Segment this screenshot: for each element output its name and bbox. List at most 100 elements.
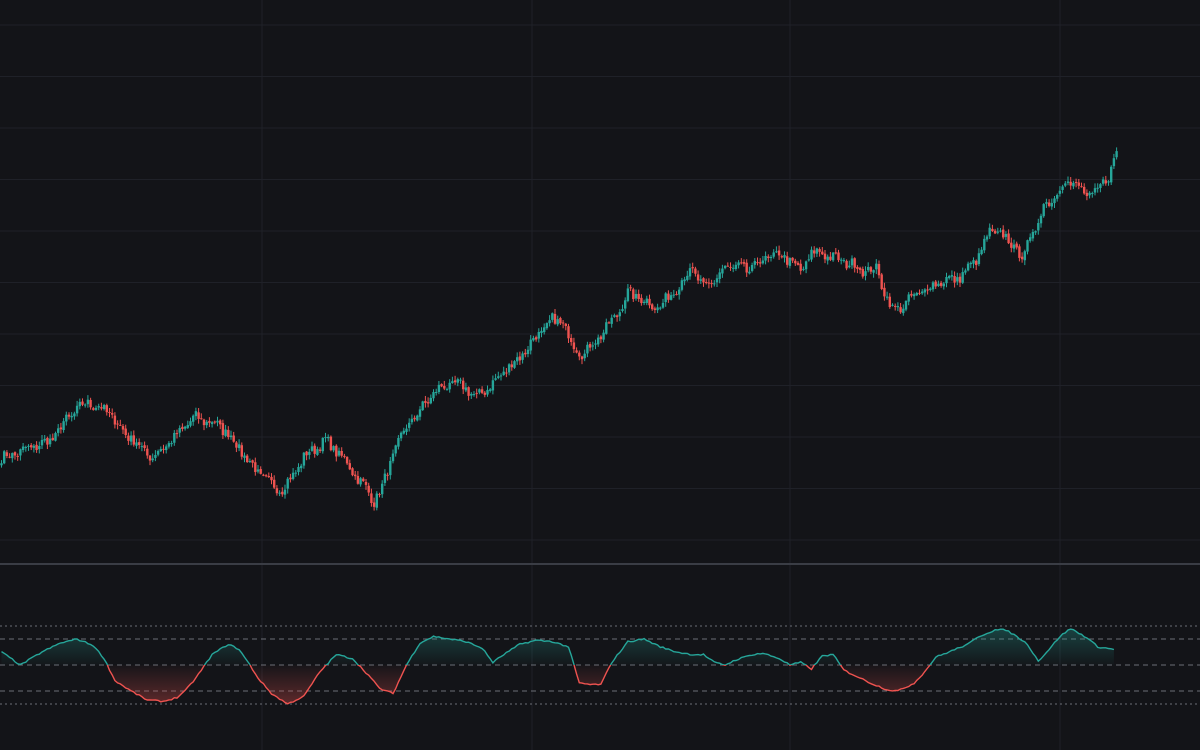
candle-down — [861, 269, 864, 277]
candle-down — [219, 420, 222, 425]
candle-down — [121, 426, 125, 430]
candle-up — [405, 428, 408, 432]
candle-down — [653, 308, 657, 310]
candle-up — [613, 315, 616, 317]
candle-down — [651, 304, 654, 310]
candle-down — [821, 251, 824, 255]
candle-down — [200, 418, 203, 420]
candle-down — [786, 256, 789, 265]
candle-up — [302, 452, 306, 466]
candle-up — [602, 332, 605, 340]
candle-up — [983, 238, 986, 251]
candle-up — [977, 253, 981, 265]
candle-up — [1107, 181, 1110, 183]
candle-up — [543, 327, 546, 333]
candle-down — [100, 407, 103, 409]
candle-down — [119, 424, 122, 426]
candle-up — [672, 294, 675, 296]
candle-down — [777, 250, 781, 256]
candle-down — [372, 502, 376, 507]
candle-up — [327, 436, 330, 439]
candle-up — [408, 422, 411, 428]
candle-up — [294, 472, 297, 474]
candle-up — [283, 489, 287, 495]
candle-up — [300, 465, 303, 469]
candle-up — [229, 435, 233, 438]
candle-up — [764, 255, 767, 261]
candle-up — [459, 379, 462, 381]
candle-up — [418, 409, 422, 417]
candle-up — [594, 343, 597, 345]
candle-down — [202, 419, 206, 426]
candle-up — [308, 451, 311, 455]
candle-down — [588, 343, 592, 348]
candle-up — [734, 264, 738, 269]
candle-up — [864, 271, 867, 276]
candle-up — [516, 357, 519, 362]
candle-up — [772, 252, 775, 257]
candle-up — [761, 260, 765, 264]
candle-up — [624, 300, 627, 309]
candle-down — [567, 326, 570, 339]
candle-up — [256, 469, 260, 472]
candle-down — [221, 423, 225, 436]
candle-up — [737, 262, 740, 266]
candle-down — [599, 336, 603, 340]
candle-down — [939, 282, 943, 286]
candle-up — [810, 249, 813, 260]
candle-down — [475, 392, 478, 394]
candle-down — [575, 350, 578, 353]
chart-root — [0, 0, 1200, 750]
candle-down — [637, 293, 640, 300]
candle-up — [216, 420, 219, 423]
candle-up — [1058, 190, 1062, 194]
candle-up — [43, 438, 46, 441]
candle-down — [8, 456, 11, 458]
candle-down — [780, 256, 783, 258]
candle-down — [1074, 182, 1078, 184]
candle-up — [513, 361, 516, 368]
candle-down — [1077, 182, 1080, 186]
candle-down — [108, 412, 111, 414]
candle-up — [102, 405, 106, 409]
candle-up — [969, 262, 972, 265]
candle-down — [572, 342, 576, 350]
candle-up — [0, 463, 3, 466]
candle-up — [921, 291, 924, 294]
candle-up — [402, 430, 405, 434]
candle-down — [1069, 181, 1072, 186]
candle-up — [783, 255, 786, 258]
candle-down — [710, 283, 713, 285]
candle-up — [942, 283, 945, 287]
candle-down — [46, 437, 49, 445]
candle-up — [445, 389, 449, 391]
candle-up — [1029, 237, 1032, 241]
candle-up — [432, 392, 435, 399]
candle-up — [956, 277, 959, 282]
candle-up — [548, 320, 551, 324]
candle-up — [732, 267, 735, 269]
candle-up — [896, 306, 900, 308]
candle-down — [143, 445, 146, 449]
candle-up — [1045, 202, 1048, 204]
candle-down — [251, 460, 254, 463]
candle-down — [340, 451, 343, 456]
candle-up — [189, 421, 192, 426]
candle-down — [756, 262, 759, 264]
candle-up — [748, 271, 751, 274]
candle-up — [65, 414, 68, 422]
candle-up — [421, 401, 424, 411]
candle-up — [494, 378, 497, 380]
candle-up — [618, 312, 621, 317]
candle-down — [113, 415, 117, 425]
candle-down — [443, 385, 446, 389]
candle-up — [775, 251, 778, 253]
candle-down — [632, 289, 635, 300]
candle-up — [1115, 151, 1118, 158]
candle-up — [1023, 251, 1026, 261]
candle-up — [337, 450, 341, 456]
candle-up — [464, 387, 468, 391]
candle-down — [894, 305, 897, 307]
candle-down — [127, 435, 130, 441]
candle-up — [634, 293, 638, 299]
